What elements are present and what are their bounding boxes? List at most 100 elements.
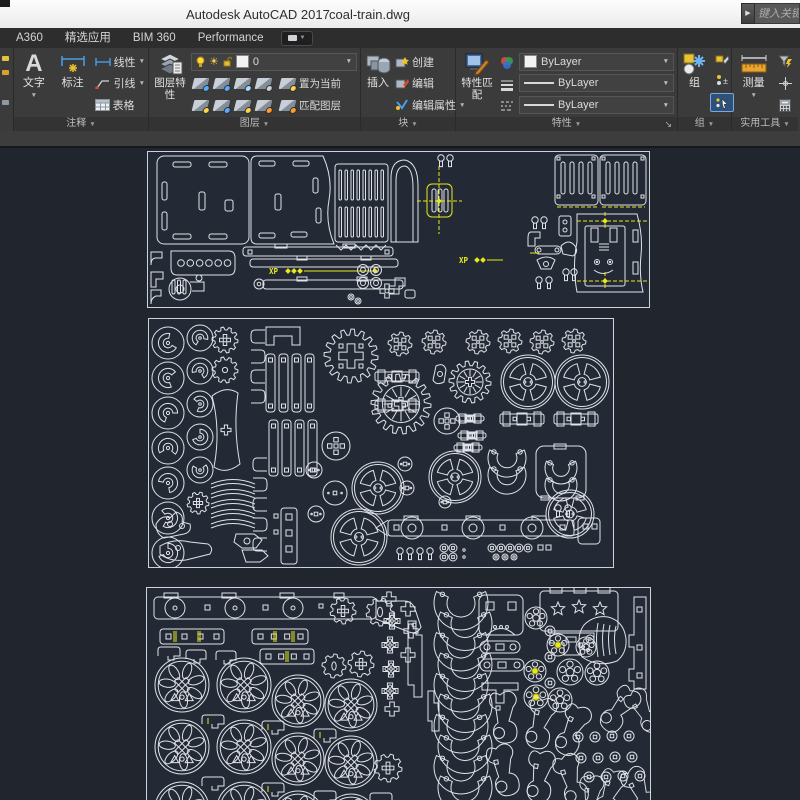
ribbon: A 文字 ▼ 标注 线性 ▼	[0, 48, 800, 131]
edit-group-icon[interactable]: ±	[715, 74, 729, 86]
match-properties-button[interactable]: 特性匹配	[459, 50, 495, 117]
table-icon	[95, 99, 110, 111]
ribbon-panel-properties: 特性匹配 ByLayer ▼ ByLayer ▼	[456, 48, 678, 131]
current-layer-name: 0	[253, 56, 259, 68]
layer-isolate-icon[interactable]	[213, 78, 231, 89]
layer-select-dropdown[interactable]: ☀ 0 ▼	[191, 53, 357, 71]
measure-button[interactable]: 测量 ▼	[735, 50, 772, 117]
xp-marker-2: XP	[459, 256, 469, 265]
insert-block-icon	[365, 51, 391, 77]
calculator-icon[interactable]	[779, 99, 791, 112]
document-name: coal-train.dwg	[329, 7, 410, 22]
quick-select-icon[interactable]	[778, 55, 793, 68]
tab-bim360[interactable]: BIM 360	[122, 28, 187, 48]
search-go-button[interactable]: ▶	[741, 3, 755, 24]
chevron-down-icon: ▼	[31, 90, 37, 102]
clipped-icon	[2, 56, 9, 61]
drawing-canvas[interactable]: XP XP	[0, 148, 800, 800]
drawing-sheet-1[interactable]: XP XP	[147, 150, 650, 308]
layer-unlock-all-icon[interactable]	[255, 100, 273, 111]
color-swatch	[524, 55, 537, 68]
edit-block-icon	[395, 77, 409, 89]
properties-panel-label[interactable]: 特性▼↘	[456, 117, 677, 131]
layer-off-icon[interactable]	[192, 78, 210, 89]
create-block-label: 创建	[412, 54, 434, 70]
edit-attributes-button[interactable]: 编辑属性 ▼	[395, 96, 465, 115]
layer-unlock-icon	[223, 56, 232, 67]
utilities-panel-label[interactable]: 实用工具▼	[732, 117, 798, 131]
table-button[interactable]: 表格	[95, 96, 145, 115]
layer-color-swatch	[236, 55, 249, 68]
drawing-sheet-3[interactable]	[146, 587, 651, 800]
linetype-icon[interactable]	[500, 100, 514, 112]
color-wheel-icon[interactable]	[500, 56, 514, 70]
ribbon-panel-annotate: A 文字 ▼ 标注 线性 ▼	[14, 48, 149, 131]
dialog-launcher-icon[interactable]: ↘	[664, 117, 672, 131]
layer-on-icon[interactable]	[192, 100, 210, 111]
block-panel-label[interactable]: 块▼	[361, 117, 455, 131]
layers-panel-label[interactable]: 图层▼	[149, 117, 360, 131]
lineweight-preview	[524, 82, 554, 84]
ribbon-panel-block: 插入 创建 编辑 编辑属性 ▼	[361, 48, 456, 131]
annotate-panel-label[interactable]: 注释▼	[14, 117, 148, 131]
ribbon-panel-utilities: 测量 ▼ 实用工具▼	[732, 48, 798, 131]
measure-button-label: 测量	[743, 77, 765, 89]
match-layer-button[interactable]: 匹配图层	[278, 96, 341, 115]
layer-unisolate-icon[interactable]	[213, 100, 231, 111]
dimension-icon	[59, 51, 87, 77]
text-tool-icon: A	[25, 51, 42, 77]
linear-button-label: 线性	[114, 54, 136, 70]
chevron-down-icon: ▼	[663, 80, 669, 87]
layer-thaw-sun-icon: ☀	[209, 55, 219, 68]
edit-attributes-label: 编辑属性	[412, 97, 456, 113]
media-recorder-button[interactable]: ▼	[281, 31, 313, 46]
drawing-sheet-2[interactable]	[148, 318, 614, 568]
group-selection-toggle[interactable]	[710, 93, 734, 112]
match-layer-label: 匹配图层	[299, 98, 341, 113]
chevron-down-icon: ▼	[139, 58, 145, 65]
group-icon	[682, 51, 707, 77]
layer-properties-button[interactable]: 图层特性	[152, 50, 188, 117]
match-properties-label: 特性匹配	[460, 77, 494, 101]
create-block-button[interactable]: 创建	[395, 52, 465, 71]
dimension-button[interactable]: 标注	[54, 50, 92, 117]
edit-block-label: 编辑	[412, 75, 434, 91]
text-button[interactable]: A 文字 ▼	[17, 50, 51, 117]
lineweight-dropdown[interactable]: ByLayer ▼	[519, 74, 674, 92]
layer-lock-icon[interactable]	[255, 78, 273, 89]
table-button-label: 表格	[113, 97, 135, 113]
tab-featured-apps[interactable]: 精选应用	[54, 28, 122, 48]
lineweight-icon[interactable]	[500, 79, 514, 91]
set-current-layer-button[interactable]: 置为当前	[278, 74, 341, 93]
linear-button[interactable]: 线性 ▼	[95, 52, 145, 71]
insert-block-button[interactable]: 插入	[364, 50, 392, 117]
group-button[interactable]: 组	[681, 50, 708, 117]
dimension-button-label: 标注	[62, 77, 84, 89]
groups-panel-label[interactable]: 组▼	[678, 117, 731, 131]
leader-button[interactable]: 引线 ▼	[95, 74, 145, 93]
group-selection-icon	[715, 97, 729, 109]
chevron-down-icon: ▼	[300, 35, 306, 41]
layer-thaw-all-icon[interactable]	[234, 100, 252, 111]
ungroup-icon[interactable]	[715, 55, 729, 67]
create-block-icon	[395, 56, 409, 68]
search-input[interactable]	[755, 3, 800, 24]
autocad-window: Autodesk AutoCAD 2017 coal-train.dwg ▶ A…	[0, 0, 800, 800]
insert-block-label: 插入	[367, 77, 389, 89]
edit-block-button[interactable]: 编辑	[395, 74, 465, 93]
tab-performance[interactable]: Performance	[187, 28, 275, 48]
ribbon-panel-clipped-left	[0, 48, 14, 131]
leader-icon	[95, 78, 111, 89]
tab-a360[interactable]: A360	[5, 28, 54, 48]
object-color-dropdown[interactable]: ByLayer ▼	[519, 53, 674, 71]
text-button-label: 文字	[23, 77, 45, 89]
set-current-layer-icon	[279, 78, 297, 89]
linetype-dropdown[interactable]: ByLayer ▼	[519, 96, 674, 114]
id-point-icon[interactable]	[779, 77, 792, 90]
group-button-label: 组	[689, 77, 700, 89]
layer-on-bulb-icon	[196, 56, 205, 68]
layer-freeze-icon[interactable]	[234, 78, 252, 89]
match-properties-icon	[464, 51, 490, 77]
linetype-value: ByLayer	[558, 99, 598, 111]
linear-dim-icon	[95, 57, 111, 67]
